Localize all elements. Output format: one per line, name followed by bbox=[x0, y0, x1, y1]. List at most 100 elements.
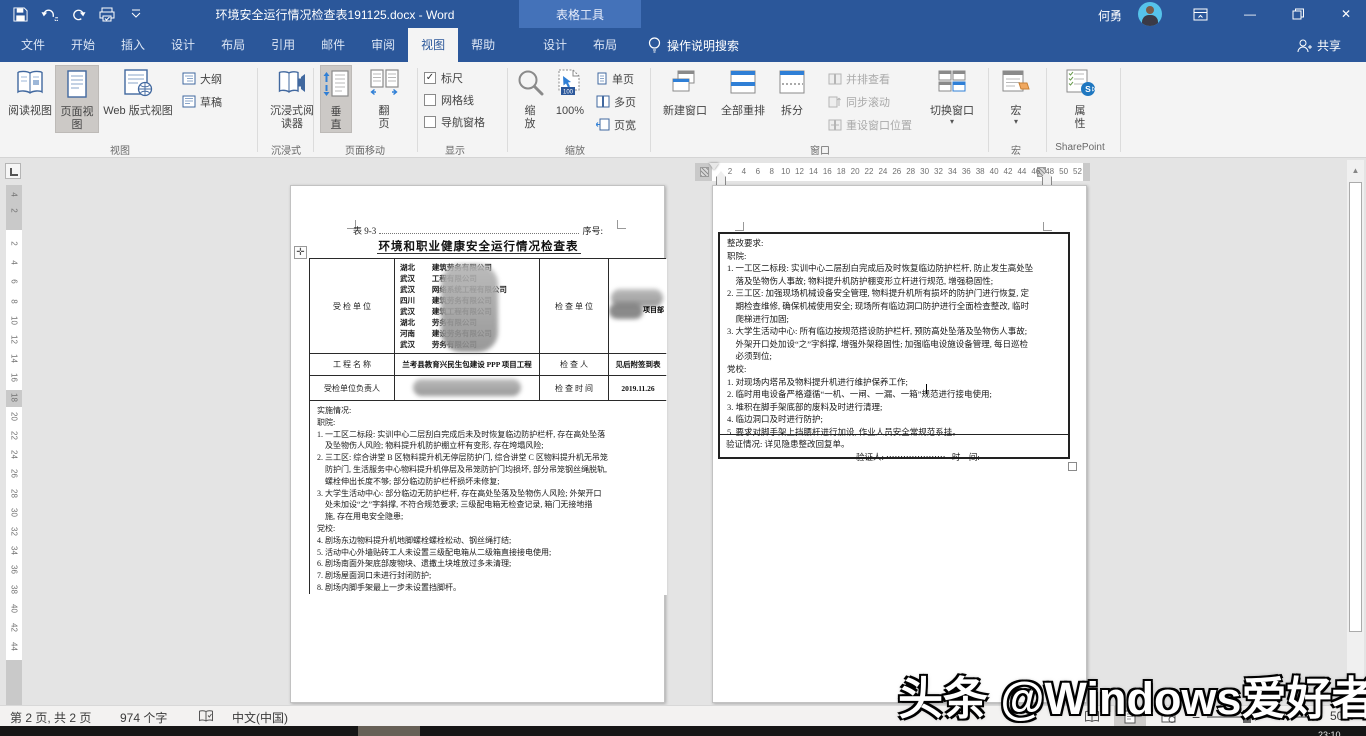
print-layout-button[interactable]: 页面视图 bbox=[55, 65, 99, 133]
multi-page-button[interactable]: 多页 bbox=[596, 93, 636, 110]
macros-button[interactable]: 宏 ▾ bbox=[996, 65, 1036, 126]
tab-帮助[interactable]: 帮助 bbox=[458, 28, 508, 62]
immersive-reader-button[interactable]: 沉浸式阅读器 bbox=[266, 65, 318, 131]
word-count[interactable]: 974 个字 bbox=[120, 709, 167, 726]
ruler-number: 26 bbox=[890, 167, 904, 176]
ruler-number: 48 bbox=[1043, 167, 1057, 176]
vertical-movement-button[interactable]: 垂直 bbox=[320, 65, 352, 133]
ruler-number: 46 bbox=[1029, 167, 1043, 176]
rectification-text[interactable]: 整改要求: 职院: 1. 一工区二标段: 实训中心二层刮白完成后及时恢复临边防护… bbox=[720, 234, 1068, 439]
tab-设计[interactable]: 设计 bbox=[530, 28, 580, 62]
web-layout-button[interactable]: Web 版式视图 bbox=[102, 65, 174, 118]
tab-邮件[interactable]: 邮件 bbox=[308, 28, 358, 62]
svg-text:S: S bbox=[1085, 84, 1091, 94]
ruler-number: 34 bbox=[10, 544, 19, 558]
read-mode-button[interactable]: 阅读视图 bbox=[8, 65, 52, 118]
verify-sign-line: 验证人: ⋯⋯⋯⋯⋯⋯⋯ 时 间: bbox=[726, 451, 1062, 464]
text-line: 落及坠物伤人事故; 物料提升机防护棚变形立杆进行规范, 增强稳固性; bbox=[727, 275, 1062, 288]
page-width-button[interactable]: 页宽 bbox=[596, 116, 636, 133]
ruler-number: 12 bbox=[10, 333, 19, 347]
ruler-number: 36 bbox=[959, 167, 973, 176]
checkbox-box[interactable]: ✓ bbox=[424, 72, 436, 84]
collapse-ribbon-icon[interactable]: ︿ bbox=[1347, 158, 1357, 159]
cell-project-label: 工 程 名 称 bbox=[310, 354, 394, 375]
scroll-up-icon[interactable]: ▲ bbox=[1348, 163, 1363, 179]
close-button[interactable]: ✕ bbox=[1326, 0, 1366, 28]
split-button[interactable]: 拆分 bbox=[774, 65, 810, 118]
share-button[interactable]: 共享 bbox=[1296, 28, 1341, 62]
tell-me-search[interactable]: 操作说明搜索 bbox=[648, 28, 739, 62]
sync-scroll-label: 同步滚动 bbox=[846, 94, 890, 110]
ruler-number: 8 bbox=[765, 167, 779, 176]
switch-windows-icon bbox=[937, 69, 967, 105]
tab-插入[interactable]: 插入 bbox=[108, 28, 158, 62]
minimize-button[interactable]: — bbox=[1230, 0, 1270, 28]
implementation-status-cell[interactable]: 实施情况: 职院: 1. 一工区二标段: 实训中心二层刮白完成后未及时恢复临边防… bbox=[310, 401, 667, 595]
page-2[interactable]: 整改要求: 职院: 1. 一工区二标段: 实训中心二层刮白完成后及时恢复临边防护… bbox=[712, 185, 1087, 703]
sync-scroll-button: 同步滚动 bbox=[828, 93, 890, 110]
side-to-side-button[interactable]: 翻页 bbox=[366, 65, 402, 131]
table-resize-handle[interactable] bbox=[1068, 462, 1077, 471]
customize-qat-icon[interactable] bbox=[126, 4, 146, 24]
restore-button[interactable] bbox=[1278, 0, 1318, 28]
zoom-button[interactable]: 缩放 bbox=[513, 65, 547, 131]
page-1[interactable]: 表 9-3 序号: 环境和职业健康安全运行情况检查表 ✛ 受 检 单 位 湖北 … bbox=[290, 185, 665, 703]
new-window-button[interactable]: 新建窗口 bbox=[658, 65, 712, 118]
page-indicator[interactable]: 第 2 页, 共 2 页 bbox=[10, 709, 91, 726]
crop-mark bbox=[735, 222, 744, 231]
horizontal-ruler[interactable]: 2 24681012141618202224262830323436384042… bbox=[695, 163, 1090, 181]
split-icon bbox=[778, 69, 806, 105]
tab-视图[interactable]: 视图 bbox=[408, 28, 458, 62]
tab-开始[interactable]: 开始 bbox=[58, 28, 108, 62]
checkbox-导航窗格[interactable]: 导航窗格 bbox=[424, 114, 485, 130]
draft-view-button[interactable]: 草稿 bbox=[182, 93, 222, 110]
user-name[interactable]: 何勇 bbox=[1098, 7, 1122, 24]
zoom-100-button[interactable]: 100 100% bbox=[549, 65, 591, 118]
bottom-video-strip: 23:10 bbox=[0, 726, 1366, 736]
scrollbar-thumb[interactable] bbox=[1349, 182, 1362, 632]
table-move-handle[interactable]: ✛ bbox=[294, 246, 307, 259]
text-line: 实施情况: bbox=[317, 405, 661, 417]
redo-icon[interactable] bbox=[68, 4, 88, 24]
show-group-items: ✓标尺网格线导航窗格 bbox=[424, 70, 485, 130]
vertical-scrollbar[interactable]: ▲ ▼ bbox=[1347, 160, 1364, 705]
tab-引用[interactable]: 引用 bbox=[258, 28, 308, 62]
tab-设计[interactable]: 设计 bbox=[158, 28, 208, 62]
ribbon-display-options-icon[interactable] bbox=[1180, 0, 1220, 28]
word-window: 环境安全运行情况检查表191125.docx - Word 表格工具 何勇 — … bbox=[0, 0, 1366, 736]
cell-inspected-unit-label: 受 检 单 位 bbox=[310, 259, 394, 353]
tab-审阅[interactable]: 审阅 bbox=[358, 28, 408, 62]
strip-time: 23:10 bbox=[1318, 730, 1341, 736]
tab-stop-selector[interactable] bbox=[5, 163, 21, 179]
checkbox-box[interactable] bbox=[424, 116, 436, 128]
language-indicator[interactable]: 中文(中国) bbox=[232, 709, 288, 726]
ruler-number: 24 bbox=[876, 167, 890, 176]
reset-window-button: 重设窗口位置 bbox=[828, 116, 912, 133]
save-icon[interactable] bbox=[10, 4, 30, 24]
cell-inspector-label: 检 查 人 bbox=[540, 354, 608, 375]
checkbox-网格线[interactable]: 网格线 bbox=[424, 92, 485, 108]
checkbox-标尺[interactable]: ✓标尺 bbox=[424, 70, 485, 86]
properties-button[interactable]: S 属性 bbox=[1058, 65, 1102, 131]
one-page-button[interactable]: 单页 bbox=[596, 70, 634, 87]
print-preview-icon[interactable] bbox=[97, 4, 117, 24]
checkbox-box[interactable] bbox=[424, 94, 436, 106]
ruler-number: 32 bbox=[932, 167, 946, 176]
rectification-table[interactable]: 整改要求: 职院: 1. 一工区二标段: 实训中心二层刮白完成后及时恢复临边防护… bbox=[718, 232, 1070, 459]
svg-text:100: 100 bbox=[563, 90, 574, 96]
table-column-marker[interactable] bbox=[700, 167, 709, 177]
outline-view-button[interactable]: 大纲 bbox=[182, 70, 222, 87]
avatar[interactable] bbox=[1138, 2, 1162, 26]
switch-windows-button[interactable]: 切换窗口 ▾ bbox=[924, 65, 980, 126]
arrange-all-button[interactable]: 全部重排 bbox=[716, 65, 770, 118]
first-line-indent-marker[interactable] bbox=[709, 163, 719, 170]
undo-icon[interactable] bbox=[39, 4, 59, 24]
text-line: 4. 临边洞口及时进行防护; bbox=[727, 413, 1062, 426]
ruler-number: 28 bbox=[904, 167, 918, 176]
tab-布局[interactable]: 布局 bbox=[580, 28, 630, 62]
proofing-icon[interactable] bbox=[198, 709, 214, 723]
immersive-reader-label: 沉浸式阅读器 bbox=[269, 105, 315, 131]
tab-文件[interactable]: 文件 bbox=[8, 28, 58, 62]
tab-布局[interactable]: 布局 bbox=[208, 28, 258, 62]
vertical-ruler[interactable]: 42 2468101214161820222426283032343638404… bbox=[6, 185, 22, 705]
